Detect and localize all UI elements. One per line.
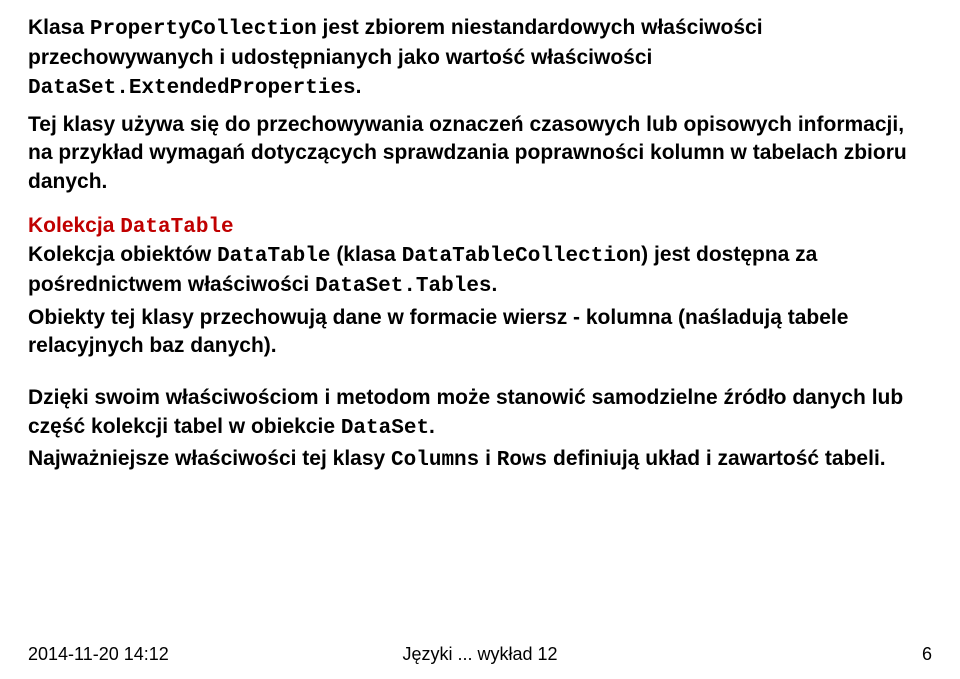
- text: .: [429, 415, 435, 438]
- text: Najważniejsze właściwości tej klasy: [28, 447, 391, 470]
- paragraph-2: Tej klasy używa się do przechowywania oz…: [28, 111, 932, 196]
- code-dataset-extendedproperties: DataSet.ExtendedProperties: [28, 77, 356, 100]
- heading-datatable: Kolekcja DataTable: [28, 214, 932, 239]
- paragraph-4: Obiekty tej klasy przechowują dane w for…: [28, 304, 932, 361]
- code-columns: Columns: [391, 449, 479, 472]
- page-footer: 2014-11-20 14:12 Języki ... wykład 12 6: [0, 644, 960, 665]
- document-page: Klasa PropertyCollection jest zbiorem ni…: [0, 0, 960, 475]
- footer-title: Języki ... wykład 12: [402, 644, 557, 665]
- paragraph-1: Klasa PropertyCollection jest zbiorem ni…: [28, 14, 932, 103]
- footer-page-number: 6: [922, 644, 932, 665]
- paragraph-3: Kolekcja obiektów DataTable (klasa DataT…: [28, 241, 932, 302]
- code-datatablecollection: DataTableCollection: [402, 245, 641, 268]
- text: Kolekcja obiektów: [28, 243, 217, 266]
- text: Dzięki swoim właściwościom i metodom moż…: [28, 386, 903, 437]
- code-dataset: DataSet: [341, 417, 429, 440]
- code-rows: Rows: [497, 449, 547, 472]
- code-propertycollection: PropertyCollection: [90, 18, 317, 41]
- text: definiują układ i zawartość tabeli.: [547, 447, 885, 470]
- heading-pre: Kolekcja: [28, 214, 120, 237]
- text: (klasa: [330, 243, 401, 266]
- paragraph-6: Najważniejsze właściwości tej klasy Colu…: [28, 445, 932, 475]
- code-datatable: DataTable: [217, 245, 330, 268]
- code-dataset-tables: DataSet.Tables: [315, 275, 491, 298]
- code-datatable: DataTable: [120, 216, 233, 239]
- text: .: [492, 273, 498, 296]
- text: Klasa: [28, 16, 90, 39]
- text: i: [479, 447, 497, 470]
- paragraph-5: Dzięki swoim właściwościom i metodom moż…: [28, 384, 932, 443]
- footer-timestamp: 2014-11-20 14:12: [28, 644, 169, 665]
- text: .: [356, 75, 362, 98]
